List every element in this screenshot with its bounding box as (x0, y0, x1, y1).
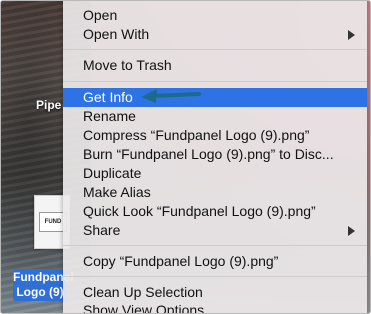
menu-item-label: Rename (83, 108, 136, 124)
submenu-arrow-icon (348, 226, 355, 236)
menu-item-open-with[interactable]: Open With (63, 25, 367, 44)
menu-item-compress[interactable]: Compress “Fundpanel Logo (9).png” (63, 126, 367, 145)
menu-item-show-view-options[interactable]: Show View Options (63, 301, 367, 314)
screenshot-frame: Pipe FUND Fundpanel Logo (9) Open Open W… (0, 0, 371, 314)
menu-separator (63, 49, 367, 50)
menu-item-label: Open With (83, 26, 150, 42)
menu-item-label: Move to Trash (83, 57, 172, 73)
menu-item-rename[interactable]: Rename (63, 107, 367, 126)
menu-item-share[interactable]: Share (63, 221, 367, 240)
menu-item-label: Compress “Fundpanel Logo (9).png” (83, 127, 310, 143)
menu-item-quick-look[interactable]: Quick Look “Fundpanel Logo (9).png” (63, 202, 367, 221)
selected-file-label[interactable]: Fundpanel Logo (9) (13, 269, 74, 301)
submenu-arrow-icon (348, 30, 355, 40)
menu-item-burn-to-disc[interactable]: Burn “Fundpanel Logo (9).png” to Disc... (63, 145, 367, 164)
menu-item-make-alias[interactable]: Make Alias (63, 183, 367, 202)
annotation-arrow-icon (141, 89, 201, 103)
menu-item-copy[interactable]: Copy “Fundpanel Logo (9).png” (63, 252, 367, 271)
desktop-item-label: Pipe (36, 98, 62, 112)
menu-item-label: Open (83, 7, 118, 23)
menu-item-label: Clean Up Selection (83, 284, 203, 300)
menu-item-label: Duplicate (83, 165, 142, 181)
menu-item-label: Share (83, 222, 121, 238)
menu-item-duplicate[interactable]: Duplicate (63, 164, 367, 183)
menu-item-label: Copy “Fundpanel Logo (9).png” (83, 253, 279, 269)
menu-separator (63, 81, 367, 82)
menu-item-label: Make Alias (83, 184, 151, 200)
menu-item-move-to-trash[interactable]: Move to Trash (63, 56, 367, 75)
context-menu: Open Open With Move to Trash Get Info Re… (63, 1, 367, 313)
menu-item-label: Get Info (83, 89, 133, 105)
menu-item-label: Quick Look “Fundpanel Logo (9).png” (83, 203, 316, 219)
menu-item-get-info[interactable]: Get Info (63, 88, 367, 107)
menu-item-label: Burn “Fundpanel Logo (9).png” to Disc... (83, 146, 334, 162)
menu-separator (63, 245, 367, 246)
menu-item-label: Show View Options (83, 302, 205, 314)
menu-item-clean-up-selection[interactable]: Clean Up Selection (63, 283, 367, 302)
menu-item-open[interactable]: Open (63, 6, 367, 25)
menu-separator (63, 276, 367, 277)
